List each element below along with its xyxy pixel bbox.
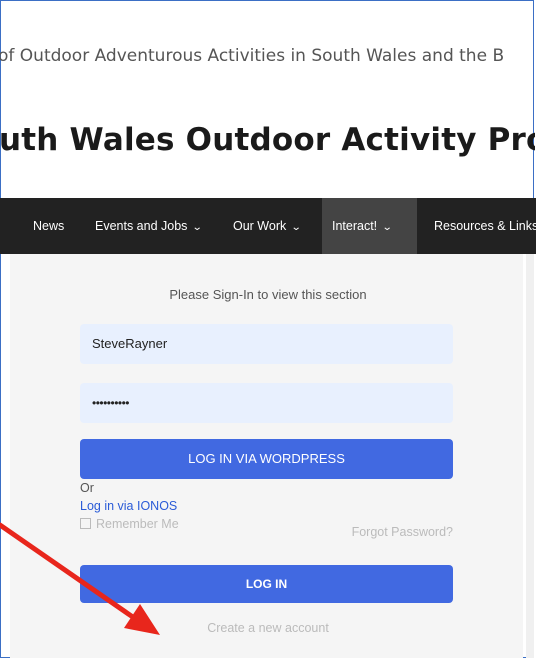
- annotation-arrow-icon: [0, 522, 160, 635]
- arrow-shaft: [0, 522, 143, 625]
- arrow-head: [124, 604, 160, 635]
